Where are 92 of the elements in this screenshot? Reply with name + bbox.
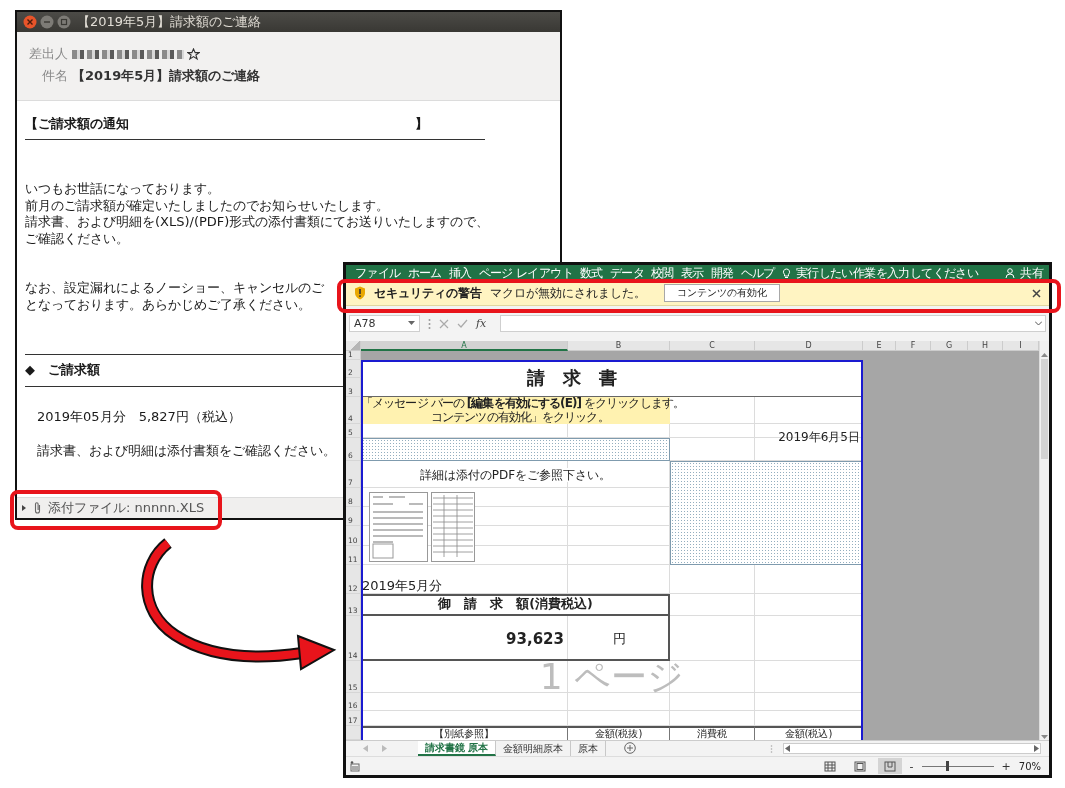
email-subject: 【2019年5月】請求額のご連絡 — [72, 68, 262, 84]
scroll-thumb[interactable] — [1041, 359, 1048, 459]
scroll-left-icon[interactable] — [785, 745, 790, 752]
table-header: 金額(税抜) — [568, 726, 670, 740]
close-icon[interactable] — [1032, 288, 1041, 298]
zoom-in-button[interactable]: + — [999, 759, 1013, 773]
amount-heading: 御 請 求 額(消費税込) — [361, 594, 670, 616]
next-sheet-icon[interactable] — [382, 745, 387, 752]
scroll-up-icon[interactable] — [1041, 352, 1048, 357]
currency-label: 円 — [611, 629, 627, 648]
ribbon-tab[interactable]: ホーム — [407, 264, 442, 282]
expand-caret-icon[interactable] — [1035, 321, 1042, 326]
vertical-scrollbar[interactable] — [1039, 341, 1049, 740]
issue-date: 2019年6月5日 — [777, 430, 861, 444]
ribbon-tab[interactable]: ページ レイアウト — [478, 264, 574, 282]
window-title: 【2019年5月】請求額のご連絡 — [77, 13, 262, 31]
page-break-view-button[interactable] — [877, 758, 902, 774]
warning-shield-icon — [354, 286, 366, 300]
select-all-button[interactable] — [346, 341, 361, 351]
sheet-title: 請 求 書 — [361, 360, 863, 397]
splitter-handle-icon[interactable] — [770, 743, 773, 754]
add-sheet-icon[interactable] — [624, 741, 637, 754]
previous-sheet-icon[interactable] — [363, 745, 368, 752]
security-warning-message: マクロが無効にされました。 — [490, 284, 646, 302]
text-line: なお、設定漏れによるノーショー、キャンセルのご — [25, 280, 324, 297]
sheet-status-icon[interactable] — [350, 760, 360, 772]
column-header[interactable]: I — [1003, 341, 1039, 351]
security-warning-title: セキュリティの警告 — [374, 284, 482, 302]
section-heading: ◆ ご請求額 — [25, 362, 100, 378]
ribbon-tab[interactable]: 開発 — [710, 264, 734, 282]
attachment-link[interactable]: 添付ファイル: nnnnn.XLS — [48, 499, 205, 517]
note-line: コンテンツの有効化」をクリック。 — [431, 410, 609, 424]
enable-content-button[interactable]: コンテンツの有効化 — [664, 284, 780, 302]
page-break-icon — [883, 760, 896, 772]
zoom-slider[interactable] — [921, 760, 994, 772]
field-label: 件名 — [42, 68, 68, 84]
formula-field[interactable] — [500, 315, 1046, 332]
column-header[interactable]: E — [863, 341, 896, 351]
expand-icon[interactable] — [21, 504, 27, 512]
paperclip-icon — [33, 501, 42, 515]
ribbon-tab[interactable]: 挿入 — [448, 264, 472, 282]
scroll-right-icon[interactable] — [1034, 745, 1039, 752]
close-icon[interactable] — [23, 15, 37, 29]
caret-icon[interactable] — [408, 321, 415, 326]
page-icon — [853, 760, 866, 772]
text-line: 請求書、および明細を(XLS)/(PDF)形式の添付書類にてお送りいたしますので、 — [25, 214, 490, 231]
table-header: 【別紙参照】 — [361, 726, 568, 740]
zoom-out-button[interactable]: - — [907, 759, 916, 773]
amount-line: 2019年05月分 5,827円（税込） — [37, 409, 241, 425]
horizontal-scrollbar[interactable] — [783, 743, 1041, 754]
ribbon-tab[interactable]: 表示 — [680, 264, 704, 282]
column-header[interactable]: C — [670, 341, 755, 351]
check-icon[interactable] — [457, 318, 468, 329]
column-header[interactable]: B — [568, 341, 670, 351]
insert-function-button[interactable]: fx — [476, 317, 487, 330]
lightbulb-icon[interactable] — [781, 267, 791, 279]
ribbon-tab[interactable]: ファイル — [355, 264, 401, 282]
slider-thumb[interactable] — [945, 761, 949, 771]
text-line: 前月のご請求額が確定いたしましたのでお知らせいたします。 — [25, 197, 389, 214]
column-header[interactable]: H — [968, 341, 1003, 351]
amount-value: 93,623 — [505, 629, 565, 648]
column-header[interactable]: G — [931, 341, 968, 351]
ribbon-tab[interactable]: ヘルプ — [740, 264, 775, 282]
star-icon[interactable] — [187, 47, 200, 61]
field-label: 差出人 — [29, 46, 68, 62]
splitter-handle-icon[interactable] — [428, 317, 431, 330]
email-note: 請求書、および明細は添付書類をご確認ください。 — [37, 443, 336, 459]
column-header[interactable]: D — [755, 341, 863, 351]
text-line: いつもお世話になっております。 — [25, 181, 220, 198]
name-box[interactable]: A78 — [349, 315, 420, 332]
ribbon-tab[interactable]: 数式 — [580, 264, 603, 282]
note-line: 「メッセージ バーの [編集を有効にする(E)] をクリックします。 — [361, 397, 684, 410]
table-header: 消費税 — [670, 726, 755, 740]
tell-me-field[interactable]: 実行したい作業を入力してください — [795, 264, 979, 282]
table-header: 金額(税込) — [755, 726, 863, 740]
share-button[interactable]: 共有 — [1020, 264, 1043, 282]
zoom-level[interactable]: 70% — [1018, 760, 1041, 772]
ribbon-tab[interactable]: データ — [609, 264, 645, 282]
text-line: ご確認ください。 — [25, 230, 129, 247]
cancel-icon[interactable] — [439, 318, 449, 329]
person-icon[interactable] — [1005, 268, 1016, 278]
notice-heading: 【ご請求額の通知 】 — [25, 116, 428, 132]
billing-period: 2019年5月分 — [361, 578, 444, 594]
ribbon-tab[interactable]: 校閲 — [651, 264, 674, 282]
column-header[interactable]: A — [361, 341, 568, 351]
page-number-label: 1 ページ — [538, 661, 686, 693]
text-line: となっております。あらかじめご了承ください。 — [25, 296, 311, 313]
grid-icon — [823, 760, 836, 772]
minimize-icon[interactable] — [40, 15, 54, 29]
sheet-tab[interactable]: 請求書鏡 原本 — [418, 741, 497, 756]
maximize-icon[interactable] — [57, 15, 71, 29]
column-header[interactable]: F — [896, 341, 931, 351]
